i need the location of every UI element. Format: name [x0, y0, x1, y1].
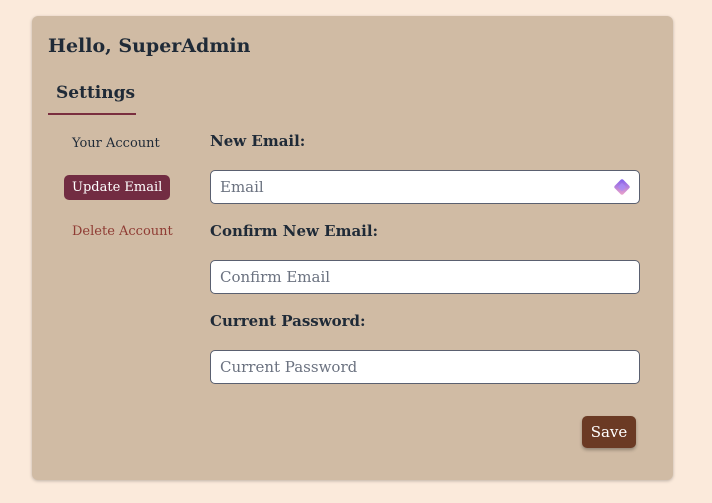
- confirm-email-field[interactable]: [210, 260, 640, 294]
- save-button[interactable]: Save: [582, 416, 636, 448]
- current-password-field[interactable]: [210, 350, 640, 384]
- page-title: Hello, SuperAdmin: [48, 35, 251, 57]
- settings-card: Hello, SuperAdmin Settings Your Account …: [32, 16, 673, 480]
- tab-settings[interactable]: Settings: [48, 83, 136, 115]
- new-email-field[interactable]: [210, 170, 640, 204]
- password-manager-icon[interactable]: [612, 177, 632, 197]
- sidebar-item-update-email[interactable]: Update Email: [64, 175, 171, 200]
- new-email-label: New Email:: [210, 132, 306, 150]
- sidebar-item-delete-account[interactable]: Delete Account: [72, 224, 173, 239]
- current-password-label: Current Password:: [210, 312, 366, 330]
- confirm-email-label: Confirm New Email:: [210, 222, 379, 240]
- tab-settings-label: Settings: [56, 83, 136, 103]
- sidebar-item-your-account[interactable]: Your Account: [72, 136, 160, 151]
